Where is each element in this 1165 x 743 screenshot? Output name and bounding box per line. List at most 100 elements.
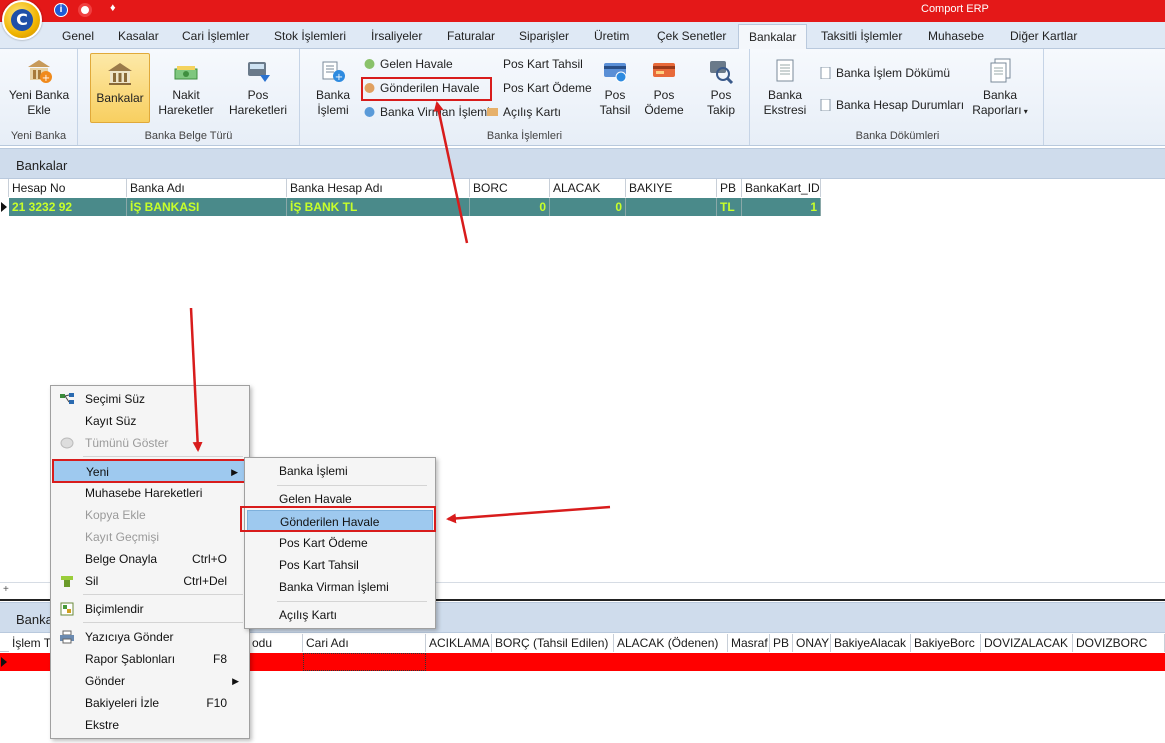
- banka-islem-dokumu-label: Banka İşlem Dökümü: [836, 66, 951, 80]
- pos-takip-label: Pos Takip: [706, 88, 735, 117]
- bank-transaction-icon: +: [322, 61, 345, 83]
- annotation-highlight-submenu: [240, 506, 436, 532]
- cell-borc[interactable]: 0: [470, 198, 550, 216]
- tab-siparisler[interactable]: Siparişler: [519, 29, 569, 43]
- banka-virman-label: Banka Virman İşlemi: [380, 105, 490, 119]
- menu-item-bicimlendir[interactable]: Biçimlendir: [53, 598, 247, 620]
- acilis-karti-button[interactable]: Açılış Kartı: [485, 103, 561, 121]
- tab-taksitli-islemler[interactable]: Taksitli İşlemler: [821, 29, 902, 43]
- menu-item-kayit-gecmisi[interactable]: Kayıt Geçmişi: [53, 526, 247, 548]
- document-icon: [820, 67, 831, 79]
- banka-virman-button[interactable]: Banka Virman İşlemi: [362, 103, 490, 121]
- pos-odeme-button[interactable]: Pos Ödeme: [642, 53, 686, 125]
- menu-separator: [83, 622, 243, 623]
- col-onay[interactable]: ONAY: [793, 634, 831, 652]
- col-bakiye-borc[interactable]: BakiyeBorc: [911, 634, 981, 652]
- menu-label: Gelen Havale: [279, 492, 352, 506]
- menu-label: Biçimlendir: [85, 602, 144, 616]
- col-pb[interactable]: PB: [717, 179, 742, 197]
- menu-item-rapor-sablonlari[interactable]: Rapor Şablonları F8: [53, 648, 247, 670]
- yeni-banka-ekle-button[interactable]: + Yeni Banka Ekle: [6, 53, 72, 125]
- col-alacak[interactable]: ALACAK: [550, 179, 626, 197]
- col-cari-adi[interactable]: Cari Adı: [303, 634, 426, 652]
- banka-raporlari-button[interactable]: Banka Raporları ▾: [968, 53, 1032, 125]
- pin-icon[interactable]: ♦: [110, 2, 116, 16]
- bankalar-button[interactable]: Bankalar: [90, 53, 150, 123]
- focused-cell[interactable]: [303, 653, 426, 671]
- col-banka-adi[interactable]: Banka Adı: [127, 179, 287, 197]
- tab-kasalar[interactable]: Kasalar: [118, 29, 159, 43]
- col-bakiye[interactable]: BAKIYE: [626, 179, 717, 197]
- help-icon[interactable]: [78, 3, 92, 17]
- cell-bankakart-id[interactable]: 1: [742, 198, 821, 216]
- window-title: Comport ERP: [921, 3, 989, 15]
- menu-item-gonder[interactable]: Gönder ▶: [53, 670, 247, 692]
- menu-item-belge-onayla[interactable]: Belge Onayla Ctrl+O: [53, 548, 247, 570]
- banka-ekstresi-button[interactable]: Banka Ekstresi: [762, 53, 808, 125]
- tab-stok-islemleri[interactable]: Stok İşlemleri: [274, 29, 346, 43]
- banka-islem-dokumu-button[interactable]: Banka İşlem Dökümü: [818, 64, 950, 82]
- menu-item-yaziciya-gonder[interactable]: Yazıcıya Gönder: [53, 626, 247, 648]
- banka-islemi-button[interactable]: + Banka İşlemi: [310, 53, 356, 125]
- col-hesap-no[interactable]: Hesap No: [9, 179, 127, 197]
- menu-item-kopya-ekle[interactable]: Kopya Ekle: [53, 504, 247, 526]
- col-doviz-alacak[interactable]: DOVIZALACAK: [981, 634, 1073, 652]
- menu-item-kayit-suz[interactable]: Kayıt Süz: [53, 410, 247, 432]
- cell-banka-adi[interactable]: İŞ BANKASI: [127, 198, 287, 216]
- menu-item-secimi-suz[interactable]: Seçimi Süz: [53, 388, 247, 410]
- tab-diger-kartlar[interactable]: Diğer Kartlar: [1010, 29, 1077, 43]
- col-alacak-odenen[interactable]: ALACAK (Ödenen): [614, 634, 728, 652]
- tab-uretim[interactable]: Üretim: [594, 29, 629, 43]
- banka-hesap-durumlari-button[interactable]: Banka Hesap Durumları: [818, 96, 964, 114]
- app-logo-letter: C: [11, 9, 33, 31]
- col-borc[interactable]: BORC: [470, 179, 550, 197]
- col-bakiye-alacak[interactable]: BakiyeAlacak: [831, 634, 911, 652]
- col-doviz-borc[interactable]: DOVIZBORC: [1073, 634, 1165, 652]
- col-aciklama[interactable]: ACIKLAMA: [426, 634, 492, 652]
- tab-genel[interactable]: Genel: [62, 29, 94, 43]
- pos-tahsil-button[interactable]: Pos Tahsil: [594, 53, 636, 125]
- col-bankakart-id[interactable]: BankaKart_ID: [742, 179, 821, 197]
- expand-icon[interactable]: +: [3, 584, 9, 595]
- col-borc-tahsil[interactable]: BORÇ (Tahsil Edilen): [492, 634, 614, 652]
- col-banka-hesap-adi[interactable]: Banka Hesap Adı: [287, 179, 470, 197]
- menu-label: Rapor Şablonları: [85, 652, 176, 666]
- pos-takip-button[interactable]: Pos Takip: [700, 53, 742, 125]
- menu-item-sil[interactable]: Sil Ctrl+Del: [53, 570, 247, 592]
- col-kodu[interactable]: odu: [249, 634, 303, 652]
- cell-hesap-no[interactable]: 21 3232 92: [9, 198, 127, 216]
- menu-item-bakiyeleri-izle[interactable]: Bakiyeleri İzle F10: [53, 692, 247, 714]
- gelen-havale-button[interactable]: Gelen Havale: [362, 55, 453, 73]
- nakit-hareketler-button[interactable]: Nakit Hareketler: [156, 53, 216, 125]
- col-pb[interactable]: PB: [770, 634, 793, 652]
- col-masraf[interactable]: Masraf: [728, 634, 770, 652]
- tab-bankalar[interactable]: Bankalar: [738, 24, 808, 50]
- pos-kart-odeme-button[interactable]: Pos Kart Ödeme: [485, 79, 592, 97]
- menu-label: Kayıt Geçmişi: [85, 530, 160, 544]
- menu-item-tumunu-goster[interactable]: Tümünü Göster: [53, 432, 247, 454]
- tab-faturalar[interactable]: Faturalar: [447, 29, 495, 43]
- cell-pb[interactable]: TL: [717, 198, 742, 216]
- submenu-item-banka-virman[interactable]: Banka Virman İşlemi: [247, 576, 433, 598]
- submenu-item-acilis-karti[interactable]: Açılış Kartı: [247, 604, 433, 626]
- pos-hareketleri-button[interactable]: Pos Hareketleri: [224, 53, 292, 125]
- tab-muhasebe[interactable]: Muhasebe: [928, 29, 984, 43]
- menu-item-muhasebe-hareketleri[interactable]: Muhasebe Hareketleri: [53, 482, 247, 504]
- cell-bakiye[interactable]: [626, 198, 717, 216]
- tab-cari-islemler[interactable]: Cari İşlemler: [182, 29, 249, 43]
- menu-item-ekstre[interactable]: Ekstre: [53, 714, 247, 736]
- tab-irsaliyeler[interactable]: İrsaliyeler: [371, 29, 422, 43]
- submenu-item-pos-kart-tahsil[interactable]: Pos Kart Tahsil: [247, 554, 433, 576]
- ribbon: + Yeni Banka Ekle Yeni Banka Bankalar Na…: [0, 49, 1165, 146]
- pos-kart-tahsil-button[interactable]: Pos Kart Tahsil: [485, 55, 583, 73]
- submenu-item-banka-islemi[interactable]: Banka İşlemi: [247, 460, 433, 482]
- menu-shortcut: F10: [206, 696, 227, 710]
- info-icon[interactable]: i: [54, 3, 68, 17]
- cell-banka-hesap-adi[interactable]: İŞ BANK TL: [287, 198, 470, 216]
- tab-cek-senetler[interactable]: Çek Senetler: [657, 29, 726, 43]
- pos-odeme-label: Pos Ödeme: [644, 88, 684, 117]
- submenu-item-pos-kart-odeme[interactable]: Pos Kart Ödeme: [247, 532, 433, 554]
- table-row[interactable]: 21 3232 92 İŞ BANKASI İŞ BANK TL 0 0 TL …: [0, 198, 821, 216]
- cell-alacak[interactable]: 0: [550, 198, 626, 216]
- app-logo[interactable]: C: [2, 0, 42, 40]
